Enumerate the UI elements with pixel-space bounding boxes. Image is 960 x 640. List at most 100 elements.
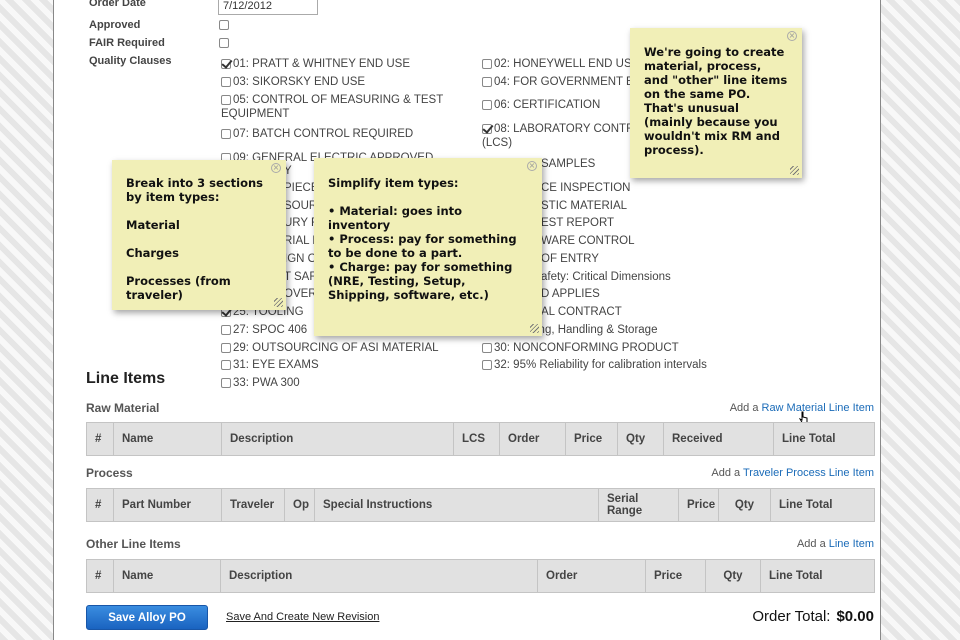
column-header: Description	[222, 423, 454, 455]
clause-checkbox[interactable]	[221, 76, 231, 87]
sticky-note-simplify[interactable]: × Simplify item types: • Material: goes …	[314, 158, 542, 336]
note-title: Simplify item types:	[328, 176, 459, 190]
column-header: Price	[679, 489, 719, 521]
clause-item: CE INSPECTION	[541, 182, 631, 194]
clause-item: OF ENTRY	[541, 253, 599, 265]
clause-item[interactable]: 08: LABORATORY CONTRO (LCS)	[482, 122, 643, 150]
resize-grip-icon[interactable]	[274, 298, 283, 307]
clause-item[interactable]: 04: FOR GOVERNMENT END	[482, 75, 650, 89]
process-title: Process	[86, 466, 133, 480]
clause-item[interactable]: 27: SPOC 406	[221, 323, 307, 337]
clause-checkbox[interactable]	[221, 377, 231, 388]
clause-item[interactable]: 29: OUTSOURCING OF ASI MATERIAL	[221, 341, 439, 355]
clause-checkbox[interactable]	[482, 99, 492, 110]
clause-item[interactable]: 31: EYE EXAMS	[221, 358, 319, 372]
clause-checkbox[interactable]	[221, 359, 231, 370]
clause-item: EST REPORT	[541, 217, 615, 229]
clause-item[interactable]: 05: CONTROL OF MEASURING & TEST EQUIPMENT	[221, 93, 443, 121]
column-header: Line Total	[782, 433, 836, 445]
order-total-value: $0.00	[836, 608, 874, 625]
clause-item[interactable]: 33: PWA 300	[221, 376, 300, 390]
close-icon[interactable]: ×	[527, 161, 537, 171]
clause-checkbox[interactable]	[221, 324, 231, 335]
clause-item: afety: Critical Dimensions	[541, 271, 671, 283]
clause-item[interactable]: 06: CERTIFICATION	[482, 98, 600, 112]
order-total-label: Order Total:	[752, 608, 831, 625]
clause-item: WARE CONTROL	[541, 235, 635, 247]
note-bullet: • Process: pay for something to be done …	[328, 232, 517, 260]
clause-item[interactable]: 01: PRATT & WHITNEY END USE	[221, 57, 410, 71]
column-header: Line Total	[779, 499, 833, 511]
clause-checkbox[interactable]	[482, 342, 492, 353]
note-line: Processes (from traveler)	[126, 274, 231, 302]
column-header: Order	[538, 560, 646, 592]
column-header: #	[87, 560, 114, 592]
clause-item[interactable]: 32: 95% Reliability for calibration inte…	[482, 358, 707, 372]
clause-item: AL CONTRACT	[541, 306, 622, 318]
column-header: LCS	[454, 423, 500, 455]
clause-item: SAMPLES	[541, 158, 596, 170]
order-total: Order Total: $0.00	[752, 608, 874, 625]
fair-checkbox[interactable]	[219, 38, 229, 48]
close-icon[interactable]: ×	[271, 163, 281, 173]
column-header: Name	[114, 560, 221, 592]
column-header: Description	[221, 560, 538, 592]
clause-checkbox[interactable]	[221, 342, 231, 353]
column-header: Qty	[719, 489, 771, 521]
other-items-title: Other Line Items	[86, 537, 181, 551]
process-grid-header: # Part Number Traveler Op Special Instru…	[86, 488, 875, 522]
clause-item[interactable]: 07: BATCH CONTROL REQUIRED	[221, 127, 413, 141]
column-header: Traveler	[222, 489, 285, 521]
line-items-title: Line Items	[86, 370, 166, 387]
sticky-note-sections[interactable]: × Break into 3 sections by item types: M…	[112, 160, 286, 310]
clause-item: OVER	[284, 288, 317, 300]
clause-checkbox[interactable]	[221, 94, 231, 105]
order-date-label: Order Date	[89, 0, 146, 9]
column-header: Special Instructions	[315, 489, 599, 521]
note-line: Material	[126, 218, 180, 232]
clause-checkbox[interactable]	[221, 128, 231, 139]
note-bullet: • Charge: pay for something (NRE, Testin…	[328, 260, 513, 302]
quality-clauses-label: Quality Clauses	[89, 55, 172, 67]
save-po-button[interactable]: Save Alloy PO	[86, 605, 208, 630]
clause-checkbox[interactable]	[221, 58, 231, 69]
left-margin-stripe	[0, 0, 54, 640]
clause-checkbox[interactable]	[482, 359, 492, 370]
resize-grip-icon[interactable]	[790, 166, 799, 175]
close-icon[interactable]: ×	[787, 31, 797, 41]
add-process-link[interactable]: Traveler Process Line Item	[743, 467, 874, 479]
clause-checkbox[interactable]	[482, 123, 492, 134]
clause-item[interactable]: 30: NONCONFORMING PRODUCT	[482, 341, 679, 355]
sticky-note-unusual[interactable]: × We're going to create material, proces…	[630, 28, 802, 178]
fair-label: FAIR Required	[89, 37, 165, 49]
add-other: Add a Line Item	[796, 538, 874, 550]
column-header: #	[87, 489, 114, 521]
raw-material-title: Raw Material	[86, 401, 160, 415]
column-header: Serial Range	[599, 489, 679, 521]
save-revision-link[interactable]: Save And Create New Revision	[226, 611, 379, 623]
column-header: Order	[500, 423, 566, 455]
clause-item: D APPLIES	[541, 288, 600, 300]
approved-label: Approved	[89, 19, 141, 31]
column-header: Line Total	[769, 570, 823, 582]
add-other-link[interactable]: Line Item	[829, 538, 874, 550]
clause-item[interactable]: 03: SIKORSKY END USE	[221, 75, 365, 89]
clause-checkbox[interactable]	[482, 76, 492, 87]
note-line: Break into 3 sections by item types:	[126, 176, 264, 204]
add-raw-material-link[interactable]: Raw Material Line Item	[762, 402, 875, 414]
column-header: Qty	[618, 423, 664, 455]
other-items-grid-header: # Name Description Order Price Qty Line …	[86, 559, 875, 593]
order-date-field[interactable]	[218, 0, 318, 15]
note-line: Charges	[126, 246, 179, 260]
clause-item: STIC MATERIAL	[541, 200, 628, 212]
note-text: We're going to create material, process,…	[644, 45, 788, 157]
approved-checkbox[interactable]	[219, 20, 229, 30]
clause-item[interactable]: 02: HONEYWELL END USE	[482, 57, 639, 71]
resize-grip-icon[interactable]	[530, 324, 539, 333]
raw-material-grid-header: # Name Description LCS Order Price Qty R…	[86, 422, 875, 456]
right-margin-stripe	[880, 0, 960, 640]
clause-checkbox[interactable]	[482, 58, 492, 69]
column-header: Received	[664, 423, 774, 455]
column-header: Op	[285, 489, 315, 521]
column-header: Part Number	[114, 489, 222, 521]
